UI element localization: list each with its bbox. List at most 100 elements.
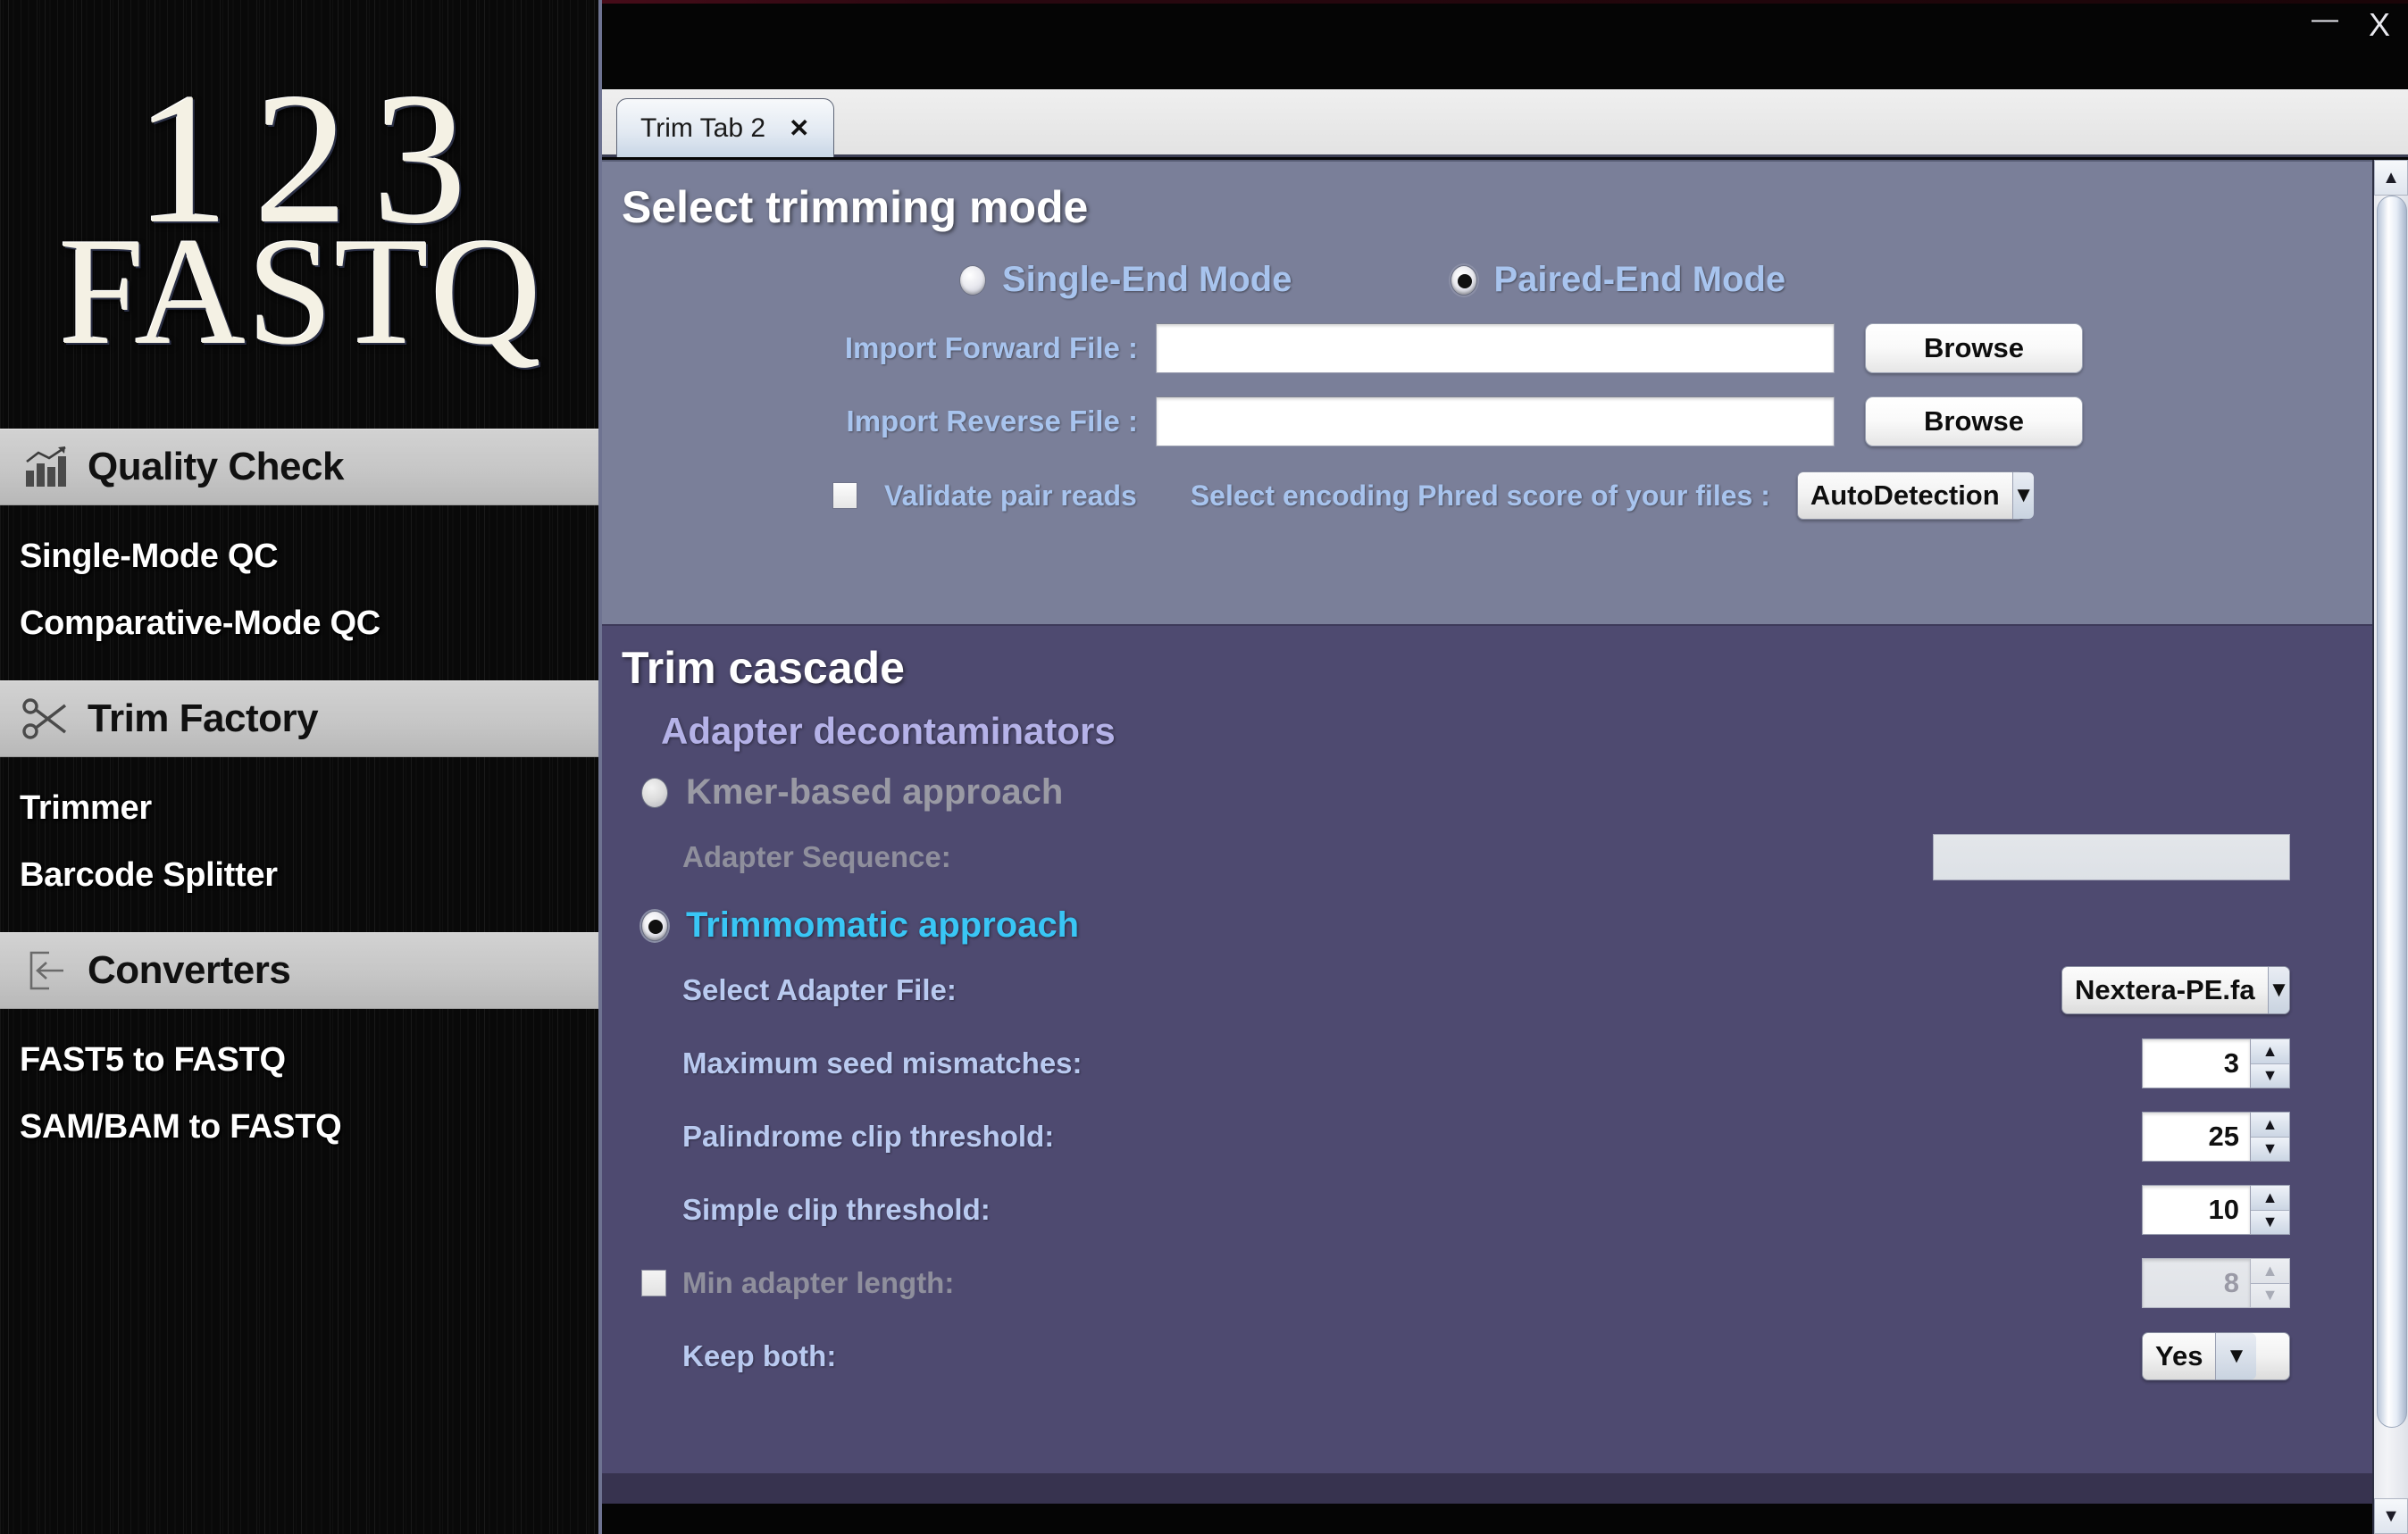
close-button[interactable]: X	[2369, 9, 2390, 41]
radio-icon[interactable]	[641, 777, 668, 808]
tab-trim-tab-2[interactable]: Trim Tab 2 ✕	[616, 98, 834, 157]
max-seed-mismatches-value[interactable]: 3	[2142, 1038, 2251, 1088]
adapter-sequence-row: Adapter Sequence:	[602, 829, 2372, 886]
min-adapter-length-stepper: 8 ▲ ▼	[2142, 1258, 2290, 1308]
trim-cascade-panel: Trim cascade Adapter decontaminators Kme…	[602, 624, 2372, 1504]
scissors-icon	[20, 695, 73, 743]
trimming-mode-panel: Select trimming mode Single-End Mode Pai…	[602, 160, 2372, 624]
sidebar-item-sambam-to-fastq[interactable]: SAM/BAM to FASTQ	[0, 1094, 602, 1161]
sidebar-item-barcode-splitter[interactable]: Barcode Splitter	[0, 842, 602, 909]
import-arrow-icon	[20, 946, 73, 995]
adapter-sequence-label: Adapter Sequence:	[682, 840, 951, 873]
phred-encoding-label: Select encoding Phred score of your file…	[1190, 479, 1770, 512]
radio-label: Single-End Mode	[1002, 260, 1292, 299]
stepper-down-icon[interactable]: ▼	[2251, 1063, 2289, 1088]
radio-label: Trimmomatic approach	[686, 905, 1080, 945]
radio-icon[interactable]	[641, 910, 668, 941]
mode-radio-group: Single-End Mode Paired-End Mode	[602, 260, 2372, 300]
radio-single-end-mode[interactable]: Single-End Mode	[959, 260, 1292, 300]
radio-kmer-based-approach[interactable]: Kmer-based approach	[602, 753, 2372, 813]
adapter-sequence-input	[1933, 834, 2290, 880]
simple-clip-threshold-stepper[interactable]: 10 ▲ ▼	[2142, 1185, 2290, 1235]
radio-label: Paired-End Mode	[1493, 260, 1786, 299]
page-title: Select trimming mode	[622, 182, 1089, 232]
sidebar-section-title: Converters	[88, 948, 291, 992]
sidebar-section-quality-check[interactable]: Quality Check	[0, 429, 602, 505]
bar-chart-icon	[20, 443, 73, 491]
max-seed-mismatches-stepper[interactable]: 3 ▲ ▼	[2142, 1038, 2290, 1088]
min-adapter-length-row: Min adapter length: 8 ▲ ▼	[602, 1255, 2372, 1312]
phred-encoding-value: AutoDetection	[1810, 479, 2000, 511]
reverse-file-label: Import Reverse File :	[846, 404, 1138, 438]
forward-file-input[interactable]	[1156, 323, 1835, 373]
chevron-down-icon[interactable]: ▼	[2011, 472, 2035, 519]
stepper-down-icon[interactable]: ▼	[2251, 1136, 2289, 1161]
window-controls: — X	[2312, 6, 2390, 41]
simple-clip-threshold-value[interactable]: 10	[2142, 1185, 2251, 1235]
scroll-down-icon[interactable]: ▼	[2374, 1498, 2408, 1534]
sidebar-item-comparative-mode-qc[interactable]: Comparative-Mode QC	[0, 590, 602, 657]
min-adapter-length-value: 8	[2142, 1258, 2251, 1308]
forward-file-label: Import Forward File :	[844, 331, 1138, 364]
browse-forward-button[interactable]: Browse	[1865, 323, 2083, 373]
radio-icon[interactable]	[1451, 264, 1478, 296]
tab-bar: Trim Tab 2 ✕	[602, 89, 2408, 157]
minimize-button[interactable]: —	[2312, 6, 2338, 33]
stepper-up-icon[interactable]: ▲	[2251, 1186, 2289, 1210]
logo-wordmark: FASTQ	[58, 207, 544, 378]
browse-reverse-button[interactable]: Browse	[1865, 396, 2083, 446]
trim-cascade-title: Trim cascade	[622, 643, 905, 693]
keep-both-dropdown[interactable]: Yes ▼	[2142, 1332, 2290, 1380]
palindrome-clip-threshold-label: Palindrome clip threshold:	[682, 1120, 1055, 1153]
sidebar-section-body-trim-factory: Trimmer Barcode Splitter	[0, 757, 602, 932]
simple-clip-threshold-label: Simple clip threshold:	[682, 1193, 991, 1226]
max-seed-mismatches-control: 3 ▲ ▼	[2142, 1038, 2290, 1088]
vertical-scrollbar[interactable]: ▲ ▼	[2372, 160, 2408, 1534]
scrollbar-track[interactable]	[2374, 196, 2408, 1498]
radio-trimmomatic-approach[interactable]: Trimmomatic approach	[602, 886, 2372, 946]
stepper-up-icon[interactable]: ▲	[2251, 1039, 2289, 1063]
keep-both-label: Keep both:	[682, 1339, 837, 1372]
sidebar-section-trim-factory[interactable]: Trim Factory	[0, 680, 602, 757]
simple-clip-threshold-row: Simple clip threshold: 10 ▲ ▼	[602, 1181, 2372, 1238]
stepper-up-icon[interactable]: ▲	[2251, 1113, 2289, 1137]
max-seed-mismatches-row: Maximum seed mismatches: 3 ▲ ▼	[602, 1035, 2372, 1092]
app-logo: 123 FASTQ	[0, 0, 602, 429]
scroll-up-icon[interactable]: ▲	[2374, 160, 2408, 196]
panel-bottom-strip	[602, 1473, 2372, 1504]
keep-both-value: Yes	[2155, 1340, 2203, 1371]
sidebar-item-fast5-to-fastq[interactable]: FAST5 to FASTQ	[0, 1027, 602, 1094]
sidebar-section-body-converters: FAST5 to FASTQ SAM/BAM to FASTQ	[0, 1009, 602, 1184]
phred-encoding-dropdown[interactable]: AutoDetection ▼	[1796, 471, 2035, 520]
close-icon[interactable]: ✕	[789, 113, 809, 143]
select-adapter-file-value: Nextera-PE.fa	[2075, 974, 2255, 1005]
scrollbar-thumb[interactable]	[2377, 196, 2407, 1428]
sidebar-section-converters[interactable]: Converters	[0, 932, 602, 1009]
adapter-sequence-control	[1933, 834, 2290, 880]
palindrome-clip-threshold-row: Palindrome clip threshold: 25 ▲ ▼	[602, 1108, 2372, 1165]
sidebar-item-single-mode-qc[interactable]: Single-Mode QC	[0, 523, 602, 590]
chevron-down-icon[interactable]: ▼	[2267, 967, 2290, 1013]
forward-file-row: Import Forward File : Browse	[602, 323, 2372, 373]
palindrome-clip-threshold-stepper[interactable]: 25 ▲ ▼	[2142, 1112, 2290, 1162]
select-adapter-file-label: Select Adapter File:	[682, 973, 957, 1006]
chevron-down-icon[interactable]: ▼	[2215, 1333, 2257, 1380]
min-adapter-length-label: Min adapter length:	[682, 1266, 955, 1299]
stepper-down-icon: ▼	[2251, 1282, 2289, 1307]
min-adapter-length-control: 8 ▲ ▼	[2142, 1258, 2290, 1308]
stepper-buttons: ▲ ▼	[2251, 1258, 2290, 1308]
adapter-decontaminators-subtitle: Adapter decontaminators	[661, 710, 1116, 752]
palindrome-clip-threshold-value[interactable]: 25	[2142, 1112, 2251, 1162]
reverse-file-input[interactable]	[1156, 396, 1835, 446]
stepper-buttons: ▲ ▼	[2251, 1112, 2290, 1162]
keep-both-row: Keep both: Yes ▼	[602, 1328, 2372, 1385]
sidebar-section-title: Trim Factory	[88, 696, 319, 740]
stepper-down-icon[interactable]: ▼	[2251, 1209, 2289, 1234]
validate-pair-reads-checkbox[interactable]	[832, 482, 857, 509]
sidebar-section-body-quality-check: Single-Mode QC Comparative-Mode QC	[0, 505, 602, 680]
select-adapter-file-dropdown[interactable]: Nextera-PE.fa ▼	[2061, 966, 2290, 1014]
radio-paired-end-mode[interactable]: Paired-End Mode	[1451, 260, 1785, 300]
sidebar-item-trimmer[interactable]: Trimmer	[0, 775, 602, 842]
radio-icon[interactable]	[959, 264, 986, 296]
min-adapter-length-checkbox[interactable]	[641, 1270, 666, 1296]
